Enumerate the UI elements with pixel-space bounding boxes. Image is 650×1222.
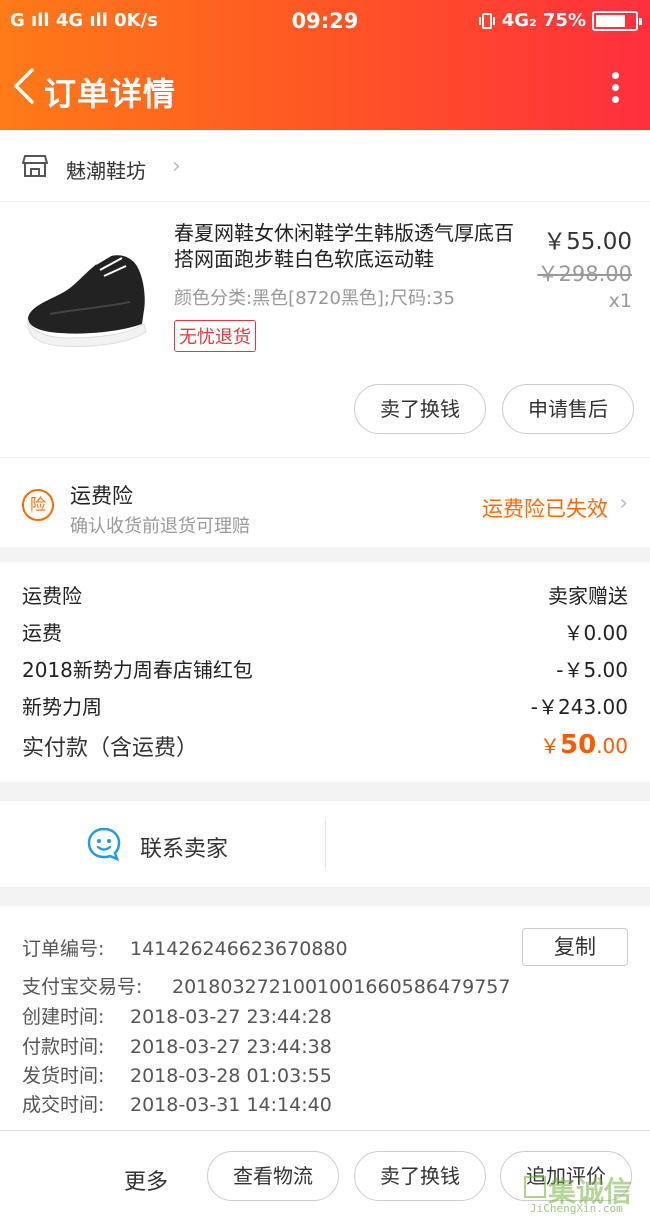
- info-label: 付款时间:: [22, 1036, 105, 1058]
- product-card: 春夏网鞋女休闲鞋学生韩版透气厚底百搭网面跑步鞋白色软底运动鞋 颜色分类:黑色[8…: [0, 202, 650, 457]
- network-indicator: 4G₂: [501, 10, 537, 31]
- resell-button[interactable]: 卖了换钱: [354, 384, 486, 434]
- info-value: 141426246623670880: [130, 938, 348, 960]
- alipay-number-row: 支付宝交易号: 2018032721001001660586479757: [22, 972, 510, 999]
- fee-value: -￥243.00: [530, 695, 628, 719]
- paid-time-row: 付款时间: 2018-03-27 23:44:38: [22, 1032, 332, 1059]
- title-bar: 订单详情: [0, 56, 650, 120]
- return-tag: 无忧退货: [174, 320, 256, 352]
- shop-name: 魅潮鞋坊: [66, 159, 146, 183]
- total-currency: ￥: [540, 734, 560, 758]
- info-value: 2018-03-31 14:14:40: [130, 1094, 332, 1116]
- vibrate-icon: [478, 12, 495, 29]
- created-time-row: 创建时间: 2018-03-27 23:44:28: [22, 1002, 332, 1029]
- info-value: 2018-03-27 23:44:28: [130, 1006, 332, 1028]
- battery-percent: 75%: [542, 10, 586, 31]
- total-row: 实付款（含运费） ￥50.00: [22, 730, 628, 766]
- resell-button[interactable]: 卖了换钱: [354, 1151, 486, 1201]
- info-label: 发货时间:: [22, 1065, 105, 1087]
- product-spec: 颜色分类:黑色[8720黑色];尺码:35: [174, 288, 455, 309]
- fee-row: 运费 ￥0.00: [22, 617, 628, 647]
- shop-row[interactable]: 魅潮鞋坊 ›: [0, 130, 650, 202]
- chevron-right-icon: ›: [619, 491, 628, 516]
- order-info: 订单编号: 141426246623670880 复制 支付宝交易号: 201803…: [0, 906, 650, 1130]
- product-original-price: ￥298.00: [537, 262, 632, 286]
- info-label: 成交时间:: [22, 1094, 105, 1116]
- more-button[interactable]: 更多: [124, 1164, 168, 1196]
- insurance-badge-icon: 险: [22, 489, 54, 521]
- fee-label: 2018新势力周春店铺红包: [22, 658, 253, 682]
- store-icon: [22, 155, 48, 177]
- order-number-row: 订单编号: 141426246623670880: [22, 934, 348, 961]
- status-right: 4G₂ 75%: [478, 10, 642, 31]
- info-value: 2018-03-28 01:03:55: [130, 1065, 332, 1087]
- fee-value: -￥5.00: [556, 658, 628, 682]
- insurance-title: 运费险: [70, 484, 133, 508]
- fee-label: 新势力周: [22, 695, 102, 719]
- contact-bar: 联系卖家: [0, 800, 650, 888]
- divider: [325, 819, 326, 869]
- page-title: 订单详情: [44, 75, 177, 113]
- chevron-left-icon[interactable]: [10, 66, 40, 106]
- copy-button[interactable]: 复制: [522, 928, 628, 966]
- after-sale-button[interactable]: 申请售后: [502, 384, 634, 434]
- info-value: 2018-03-27 23:44:38: [130, 1036, 332, 1058]
- total-label: 实付款（含运费）: [22, 736, 199, 761]
- chat-bubble-icon: [87, 827, 121, 862]
- watermark-logo: 集诚信 JiChengXin.com: [524, 1170, 644, 1216]
- contact-seller-button[interactable]: 联系卖家: [0, 801, 325, 889]
- chevron-right-icon: ›: [172, 154, 181, 179]
- fee-row: 运费险 卖家赠送: [22, 580, 628, 610]
- app-header: G ıll 4G ıll 0K/s 09:29 4G₂ 75% 订单详情: [0, 0, 650, 130]
- total-integer: 50: [560, 730, 597, 760]
- status-bar: G ıll 4G ıll 0K/s 09:29 4G₂ 75%: [0, 0, 650, 44]
- contact-seller-label: 联系卖家: [140, 837, 229, 862]
- product-price: ￥55.00: [543, 229, 632, 255]
- watermark-sub: JiChengXin.com: [530, 1202, 623, 1215]
- info-value: 2018032721001001660586479757: [172, 976, 511, 998]
- product-quantity: x1: [608, 290, 632, 312]
- total-decimal: .00: [596, 734, 628, 758]
- fee-row: 新势力周 -￥243.00: [22, 691, 628, 721]
- fee-value: 卖家赠送: [548, 584, 628, 608]
- product-image[interactable]: [20, 222, 156, 358]
- insurance-status[interactable]: 运费险已失效: [482, 493, 608, 523]
- fee-summary: 运费险 卖家赠送 运费 ￥0.00 2018新势力周春店铺红包 -￥5.00 新…: [0, 562, 650, 782]
- shipping-insurance-row[interactable]: 险 运费险 确认收货前退货可理赔 运费险已失效 ›: [0, 457, 650, 547]
- watermark-box-icon: [524, 1176, 546, 1198]
- shipped-time-row: 发货时间: 2018-03-28 01:03:55: [22, 1061, 332, 1088]
- product-title[interactable]: 春夏网鞋女休闲鞋学生韩版透气厚底百搭网面跑步鞋白色软底运动鞋: [174, 220, 530, 272]
- info-label: 支付宝交易号:: [22, 976, 143, 998]
- view-logistics-button[interactable]: 查看物流: [207, 1151, 339, 1201]
- battery-icon: [592, 10, 642, 31]
- completed-time-row: 成交时间: 2018-03-31 14:14:40: [22, 1090, 332, 1117]
- fee-label: 运费: [22, 621, 62, 645]
- info-label: 创建时间:: [22, 1006, 105, 1028]
- more-vertical-icon[interactable]: [608, 68, 622, 108]
- insurance-subtitle: 确认收货前退货可理赔: [70, 516, 250, 537]
- total-amount: ￥50.00: [540, 730, 628, 760]
- info-label: 订单编号:: [22, 938, 105, 960]
- fee-label: 运费险: [22, 584, 82, 608]
- fee-value: ￥0.00: [563, 621, 628, 645]
- fee-row: 2018新势力周春店铺红包 -￥5.00: [22, 654, 628, 684]
